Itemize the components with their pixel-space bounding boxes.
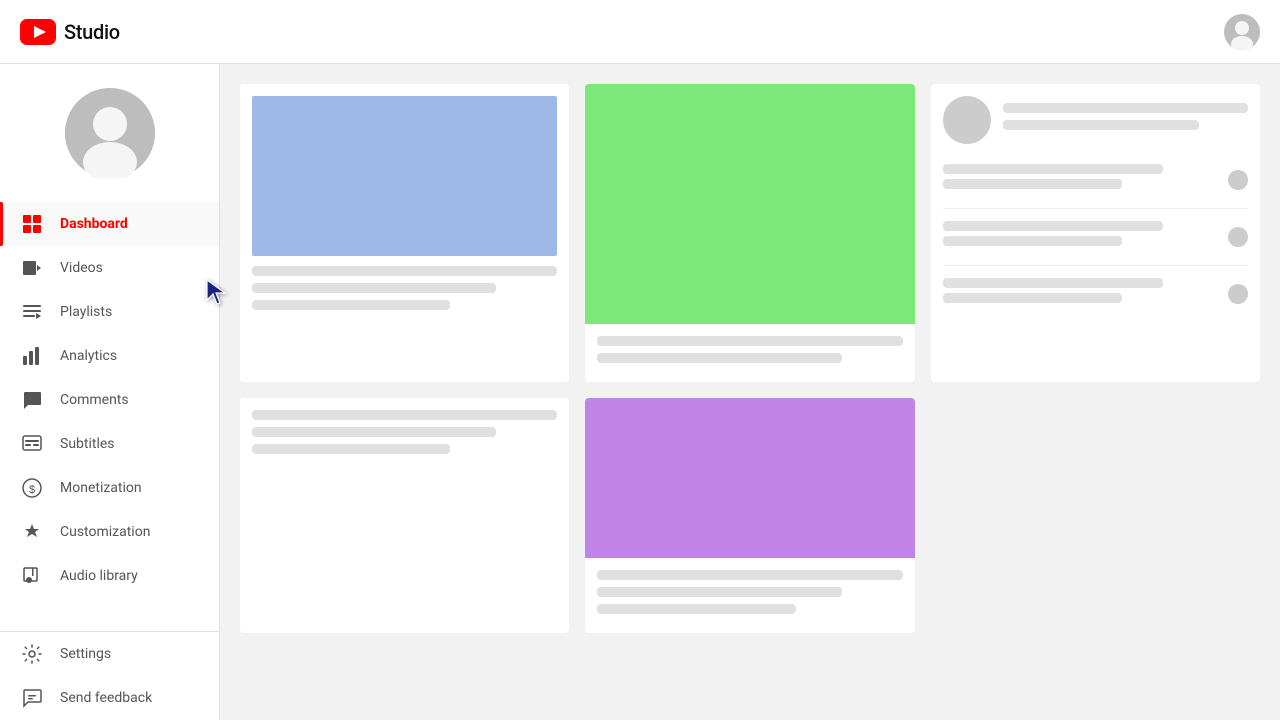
sidebar-item-send-feedback[interactable]: Send feedback (0, 676, 219, 720)
skeleton-line (252, 427, 496, 437)
card-row-circle (1228, 170, 1248, 190)
card-6-content (585, 558, 914, 633)
skeleton-line (1003, 103, 1248, 113)
sidebar-item-playlists[interactable]: Playlists (0, 290, 219, 334)
dashboard-label: Dashboard (60, 216, 128, 232)
sidebar-item-videos[interactable]: Videos (0, 246, 219, 290)
videos-label: Videos (60, 260, 103, 276)
sidebar-item-analytics[interactable]: Analytics (0, 334, 219, 378)
videos-icon (20, 256, 44, 280)
settings-label: Settings (60, 646, 111, 662)
card-1[interactable] (240, 84, 569, 382)
skeleton-line (252, 266, 557, 276)
monetization-label: Monetization (60, 480, 142, 496)
customization-label: Customization (60, 524, 150, 540)
playlists-icon (20, 300, 44, 324)
header: Studio (0, 0, 1280, 64)
sidebar-item-subtitles[interactable]: Subtitles (0, 422, 219, 466)
sidebar: Dashboard Videos (0, 64, 220, 720)
card-6[interactable] (585, 398, 914, 633)
comments-icon (20, 388, 44, 412)
comments-label: Comments (60, 392, 129, 408)
logo-area[interactable]: Studio (20, 19, 120, 45)
skeleton-line (943, 236, 1122, 246)
skeleton-line (252, 300, 450, 310)
customization-icon (20, 520, 44, 544)
skeleton-line (1003, 120, 1199, 130)
analytics-label: Analytics (60, 348, 117, 364)
card-row-3 (943, 266, 1248, 322)
skeleton-line (597, 353, 841, 363)
audio-library-icon (20, 564, 44, 588)
card-2-content (585, 324, 914, 382)
studio-title: Studio (64, 20, 120, 44)
card-1-image (252, 96, 557, 256)
subtitles-icon (20, 432, 44, 456)
dashboard-icon (20, 212, 44, 236)
card-row-circle (1228, 227, 1248, 247)
youtube-logo-icon (20, 19, 56, 45)
skeleton-line (597, 336, 902, 346)
audio-library-label: Audio library (60, 568, 138, 584)
skeleton-line (597, 587, 841, 597)
card-6-image (585, 398, 914, 558)
subtitles-label: Subtitles (60, 436, 115, 452)
card-row-lines (943, 164, 1218, 196)
card-2-image (585, 84, 914, 324)
body-layout: Dashboard Videos (0, 64, 1280, 720)
card-3-avatar (943, 96, 991, 144)
sidebar-item-comments[interactable]: Comments (0, 378, 219, 422)
skeleton-line (943, 278, 1163, 288)
skeleton-line (943, 293, 1122, 303)
card-5[interactable] (240, 398, 569, 633)
analytics-icon (20, 344, 44, 368)
send-feedback-label: Send feedback (60, 690, 152, 706)
card-row-lines (943, 221, 1218, 253)
playlists-label: Playlists (60, 304, 112, 320)
card-3[interactable] (931, 84, 1260, 382)
sidebar-bottom: Settings Send feedback (0, 631, 219, 720)
skeleton-line (943, 179, 1122, 189)
sidebar-item-settings[interactable]: Settings (0, 632, 219, 676)
sidebar-avatar (65, 88, 155, 178)
sidebar-item-monetization[interactable]: $ Monetization (0, 466, 219, 510)
card-row-lines (943, 278, 1218, 310)
sidebar-profile (0, 64, 219, 202)
header-avatar[interactable] (1224, 14, 1260, 50)
monetization-icon: $ (20, 476, 44, 500)
skeleton-line (943, 164, 1163, 174)
sidebar-item-dashboard[interactable]: Dashboard (0, 202, 219, 246)
skeleton-line (943, 221, 1163, 231)
sidebar-nav: Dashboard Videos (0, 202, 219, 631)
feedback-icon (20, 686, 44, 710)
card-2[interactable] (585, 84, 914, 382)
card-row-2 (943, 209, 1248, 266)
skeleton-line (252, 410, 557, 420)
skeleton-line (252, 283, 496, 293)
card-row-circle (1228, 284, 1248, 304)
skeleton-line (252, 444, 450, 454)
sidebar-item-audio-library[interactable]: Audio library (0, 554, 219, 598)
card-row-1 (943, 152, 1248, 209)
skeleton-line (597, 604, 795, 614)
main-content (220, 64, 1280, 720)
card-3-lines (1003, 103, 1248, 137)
card-3-top (943, 96, 1248, 144)
skeleton-line (597, 570, 902, 580)
svg-text:$: $ (29, 484, 35, 496)
settings-icon (20, 642, 44, 666)
sidebar-item-customization[interactable]: Customization (0, 510, 219, 554)
